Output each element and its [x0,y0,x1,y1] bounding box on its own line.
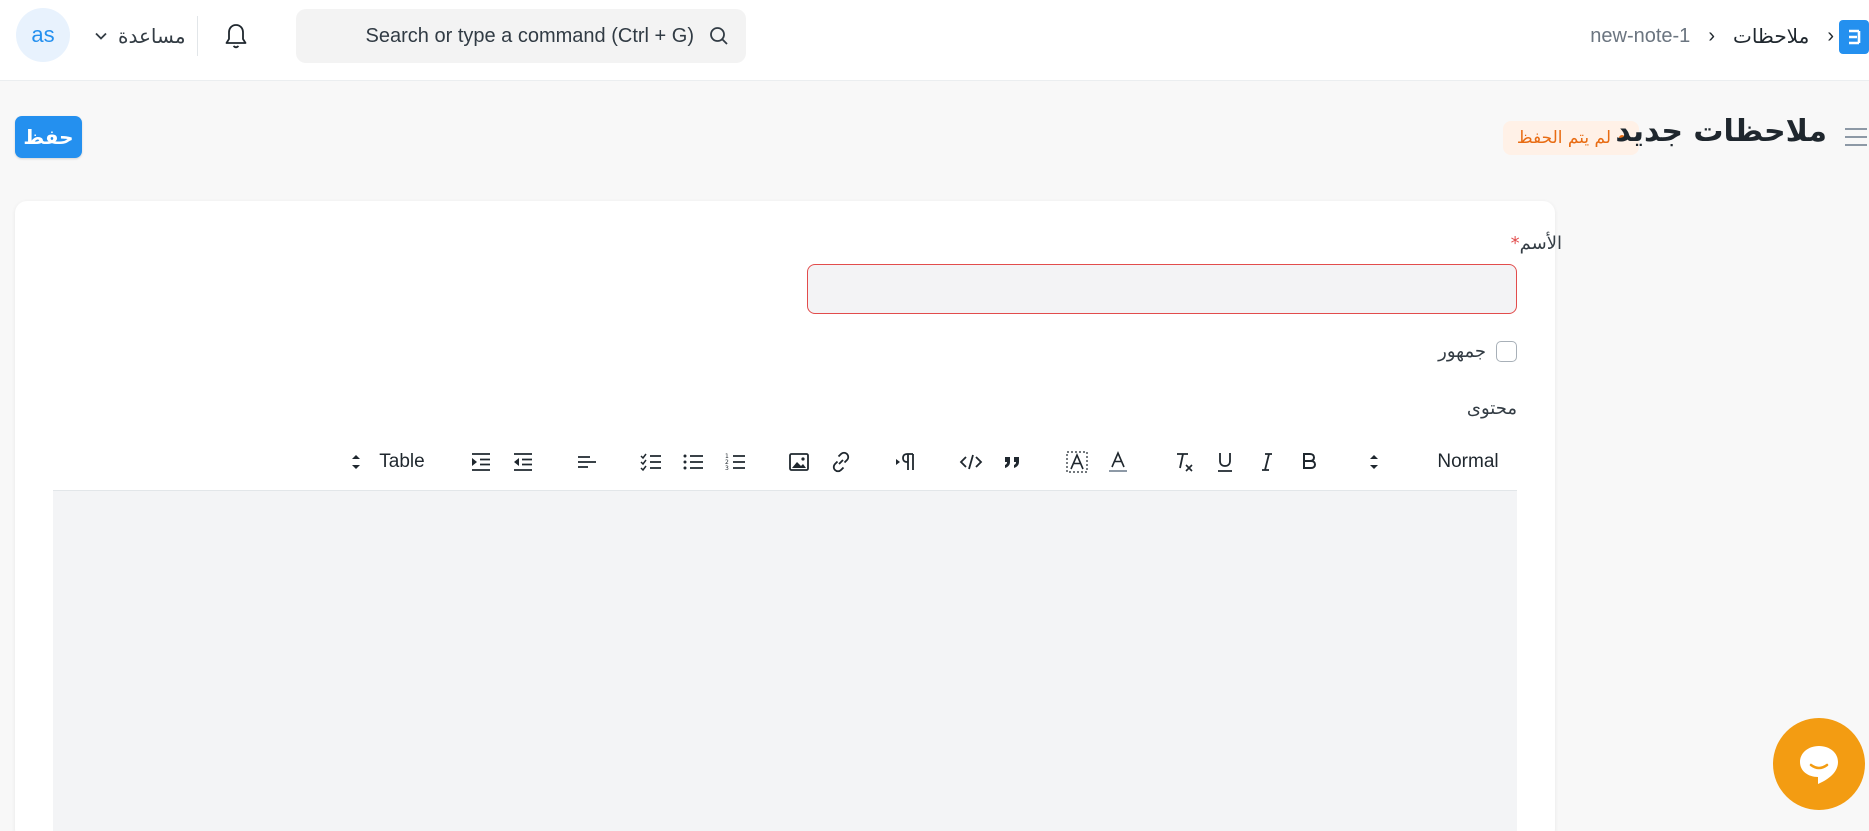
heading-select[interactable]: Normal [1428,449,1508,475]
chat-bubble-icon [1800,746,1838,784]
status-text: لم يتم الحفظ [1516,128,1611,148]
avatar[interactable]: as [16,8,70,62]
sidebar-toggle-icon[interactable] [1843,126,1869,148]
chat-widget-button[interactable] [1773,718,1865,810]
blockquote-icon[interactable] [999,449,1025,475]
notifications-bell-icon[interactable] [221,20,251,52]
help-label: مساعدة [118,25,186,48]
save-button[interactable]: حفظ [15,116,82,158]
indent-icon[interactable] [468,449,494,475]
breadcrumb-current: new-note-1 [1590,24,1691,47]
italic-icon[interactable] [1254,449,1280,475]
name-label-text: الأسم [1519,233,1562,254]
svg-text:3: 3 [725,465,729,472]
search-icon [710,27,728,45]
link-icon[interactable] [828,449,854,475]
numbered-list-icon[interactable]: 123 [722,449,748,475]
bold-icon[interactable] [1296,449,1322,475]
name-field-label: *الأسم [1505,233,1562,254]
bullet-list-icon[interactable] [680,449,706,475]
app-logo[interactable] [1839,20,1869,54]
required-indicator: * [1510,233,1520,254]
align-icon[interactable] [574,449,600,475]
heading-select-arrows-icon[interactable] [1361,449,1387,475]
table-select-arrows-icon[interactable] [343,449,369,475]
search-bar[interactable]: Search or type a command (Ctrl + G) [296,9,746,63]
public-checkbox[interactable] [1496,341,1517,362]
check-list-icon[interactable] [638,449,664,475]
chevron-down-icon [95,32,107,40]
underline-icon[interactable] [1212,449,1238,475]
help-dropdown[interactable]: مساعدة [94,20,186,52]
top-navbar: as مساعدة Search or type a command (Ctrl… [0,0,1869,81]
search-input[interactable]: Search or type a command (Ctrl + G) [366,25,694,48]
text-color-icon[interactable] [1105,449,1131,475]
heading-select-value: Normal [1437,451,1499,472]
name-input[interactable] [807,264,1517,314]
breadcrumb-notes-link[interactable]: ملاحظات [1733,24,1809,49]
content-editor[interactable] [53,491,1517,831]
content-field-label: محتوى [1466,398,1517,419]
navbar-divider [197,16,198,56]
table-select[interactable]: Table [372,449,432,475]
page-title: ملاحظات جديد [1615,114,1827,149]
text-direction-icon[interactable] [893,449,919,475]
breadcrumb-separator-icon: › [1708,24,1715,47]
avatar-initials: as [31,22,55,47]
background-color-icon[interactable] [1064,449,1090,475]
table-select-label: Table [379,451,425,472]
clear-format-icon[interactable] [1170,449,1196,475]
editor-toolbar: Normal 123 Table [53,431,1517,491]
public-checkbox-label: جمهور [1438,341,1486,362]
breadcrumb-separator-icon: › [1827,24,1834,47]
outdent-icon[interactable] [510,449,536,475]
image-icon[interactable] [786,449,812,475]
breadcrumb: new-note-1 › ملاحظات › [1590,20,1834,52]
code-icon[interactable] [958,449,984,475]
